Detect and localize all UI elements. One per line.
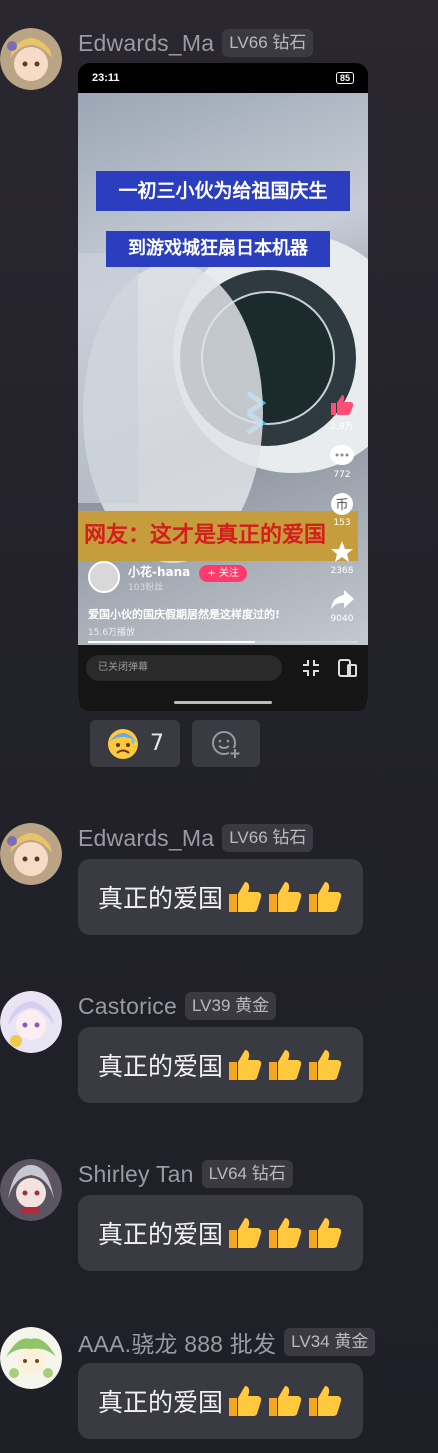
thumbs-up-icon [309,1386,342,1416]
username[interactable]: AAA.骁龙 888 批发 [78,1325,276,1359]
svg-text:币: 币 [335,498,348,513]
message-text: 真正的爱国 [98,1220,224,1249]
like-count: 2.9万 [330,422,354,432]
thumbs-up-icon [229,1386,262,1416]
author-name[interactable]: 小花-hana [128,565,190,579]
message-bubble[interactable]: 真正的爱国 [78,1363,364,1439]
rotate-screen-icon[interactable] [336,657,358,679]
thumbs-up-icon [269,1050,302,1080]
thumbs-up-icon [229,1218,262,1248]
share-action[interactable]: 9040 [329,588,355,624]
status-time: 23:11 [92,72,120,84]
comment-action[interactable]: 772 [329,444,355,480]
comment-count: 772 [333,470,351,480]
coin-icon: 币 [331,493,353,515]
share-count: 9040 [330,614,354,624]
username[interactable]: Edwards_Ma [78,825,214,852]
level-badge: LV64 钻石 [201,1160,293,1188]
anxious-sweat-face-icon [108,728,138,759]
thumbs-up-icon [309,1218,342,1248]
video-action-column: 2.9万 772 币 153 2368 9040 [322,393,362,624]
level-badge: LV34 黄金 [284,1328,376,1356]
avatar[interactable] [0,28,62,90]
shared-screenshot-image[interactable]: 23:11 85 一初三小伙为给祖国庆生 到游戏城狂扇日本机器 网友：这才是真正… [78,63,368,711]
level-badge: LV66 钻石 [222,824,314,852]
coin-action[interactable]: 币 153 [329,492,355,528]
avatar[interactable] [0,991,62,1053]
home-indicator [174,701,272,704]
message-text: 真正的爱国 [98,1388,224,1417]
username[interactable]: Shirley Tan [78,1161,194,1188]
video-author: 小花-hana + 关注 103粉丝 [88,561,247,593]
reaction-bar: 7 [90,720,260,767]
reaction-anxious[interactable]: 7 [90,720,180,767]
like-icon [331,395,354,415]
video-bottom-bar: 已关闭弹幕 [78,645,368,711]
username[interactable]: Edwards_Ma [78,30,214,57]
avatar[interactable] [0,1159,62,1221]
video-caption-top: 一初三小伙为给祖国庆生 [96,171,350,211]
video-progress-bar[interactable] [88,641,358,643]
share-icon [331,590,354,610]
thumbs-up-icon [269,1218,302,1248]
video-plays: 15.6万播放 [88,628,136,638]
message-bubble[interactable]: 真正的爱国 [78,1027,364,1103]
message-bubble[interactable]: 真正的爱国 [78,1195,364,1271]
thumbs-up-icon [309,882,342,912]
video-caption-bottom: 网友：这才是真正的爱国 [78,511,358,561]
video-progress-fill [88,641,256,643]
like-action[interactable]: 2.9万 [329,393,355,432]
phone-status-bar: 23:11 85 [78,63,368,93]
thumbs-up-icon [269,882,302,912]
avatar[interactable] [0,823,62,885]
status-battery: 85 [335,72,354,84]
level-badge: LV66 钻石 [222,29,314,57]
thumbs-up-icon [309,1050,342,1080]
add-reaction-button[interactable] [192,720,260,767]
thumbs-up-icon [229,882,262,912]
thumbs-up-icon [229,1050,262,1080]
favorite-action[interactable]: 2368 [329,540,355,576]
comment-icon [330,445,354,465]
author-avatar[interactable] [88,561,120,593]
video-caption-mid: 到游戏城狂扇日本机器 [106,231,330,267]
thumbs-up-icon [269,1386,302,1416]
danmu-input[interactable]: 已关闭弹幕 [86,655,282,681]
fullscreen-exit-icon[interactable] [300,657,322,679]
star-icon [331,541,353,562]
video-frame: 一初三小伙为给祖国庆生 到游戏城狂扇日本机器 网友：这才是真正的爱国 2.9万 … [78,93,368,705]
favorite-count: 2368 [330,566,354,576]
message-text: 真正的爱国 [98,884,224,913]
video-description: 爱国小伙的国庆假期居然是这样度过的! [88,608,281,621]
follow-button[interactable]: + 关注 [199,565,247,582]
level-badge: LV39 黄金 [184,992,277,1020]
add-reaction-icon [212,730,241,759]
coin-count: 153 [333,518,351,528]
username[interactable]: Castorice [78,993,177,1020]
reaction-count: 7 [150,731,164,756]
avatar[interactable] [0,1327,62,1389]
message-text: 真正的爱国 [98,1052,224,1081]
message-bubble[interactable]: 真正的爱国 [78,859,364,935]
